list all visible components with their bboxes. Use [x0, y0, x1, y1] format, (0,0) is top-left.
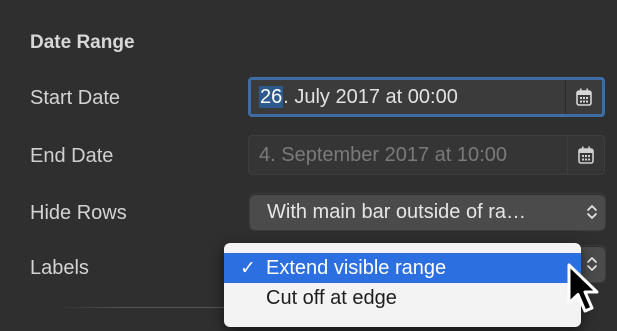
end-date-label: End Date	[30, 145, 114, 167]
start-date-day-selected[interactable]: 26	[259, 85, 284, 108]
mouse-pointer-icon	[567, 263, 599, 313]
end-date-calendar-button[interactable]	[567, 136, 604, 174]
calendar-icon	[578, 146, 594, 164]
start-date-value[interactable]: 26. July 2017 at 00:00	[251, 85, 565, 109]
start-date-label: Start Date	[30, 87, 121, 109]
labels-dropdown-menu: ✓ Extend visible range Cut off at edge	[224, 243, 581, 327]
date-range-panel: Date Range Start Date 26. July 2017 at 0…	[0, 0, 617, 331]
checkmark-icon: ✓	[240, 257, 256, 279]
hide-rows-value: With main bar outside of ra…	[267, 200, 526, 223]
updown-chevron-icon	[579, 203, 605, 221]
calendar-icon	[576, 88, 592, 106]
labels-label: Labels	[30, 257, 89, 279]
section-title: Date Range	[30, 32, 135, 53]
menu-item-cut-off-at-edge[interactable]: Cut off at edge	[224, 283, 581, 313]
menu-item-label: Extend visible range	[266, 256, 447, 279]
hide-rows-label: Hide Rows	[30, 202, 127, 224]
hide-rows-popup[interactable]: With main bar outside of ra…	[250, 194, 605, 230]
end-date-value[interactable]: 4. September 2017 at 10:00	[249, 144, 567, 167]
start-date-value-rest: . July 2017 at 00:00	[283, 85, 458, 108]
menu-item-extend-visible-range[interactable]: ✓ Extend visible range	[224, 253, 581, 283]
start-date-calendar-button[interactable]	[565, 80, 602, 114]
end-date-field[interactable]: 4. September 2017 at 10:00	[248, 135, 605, 175]
menu-item-label: Cut off at edge	[266, 286, 397, 309]
start-date-field[interactable]: 26. July 2017 at 00:00	[248, 77, 605, 117]
